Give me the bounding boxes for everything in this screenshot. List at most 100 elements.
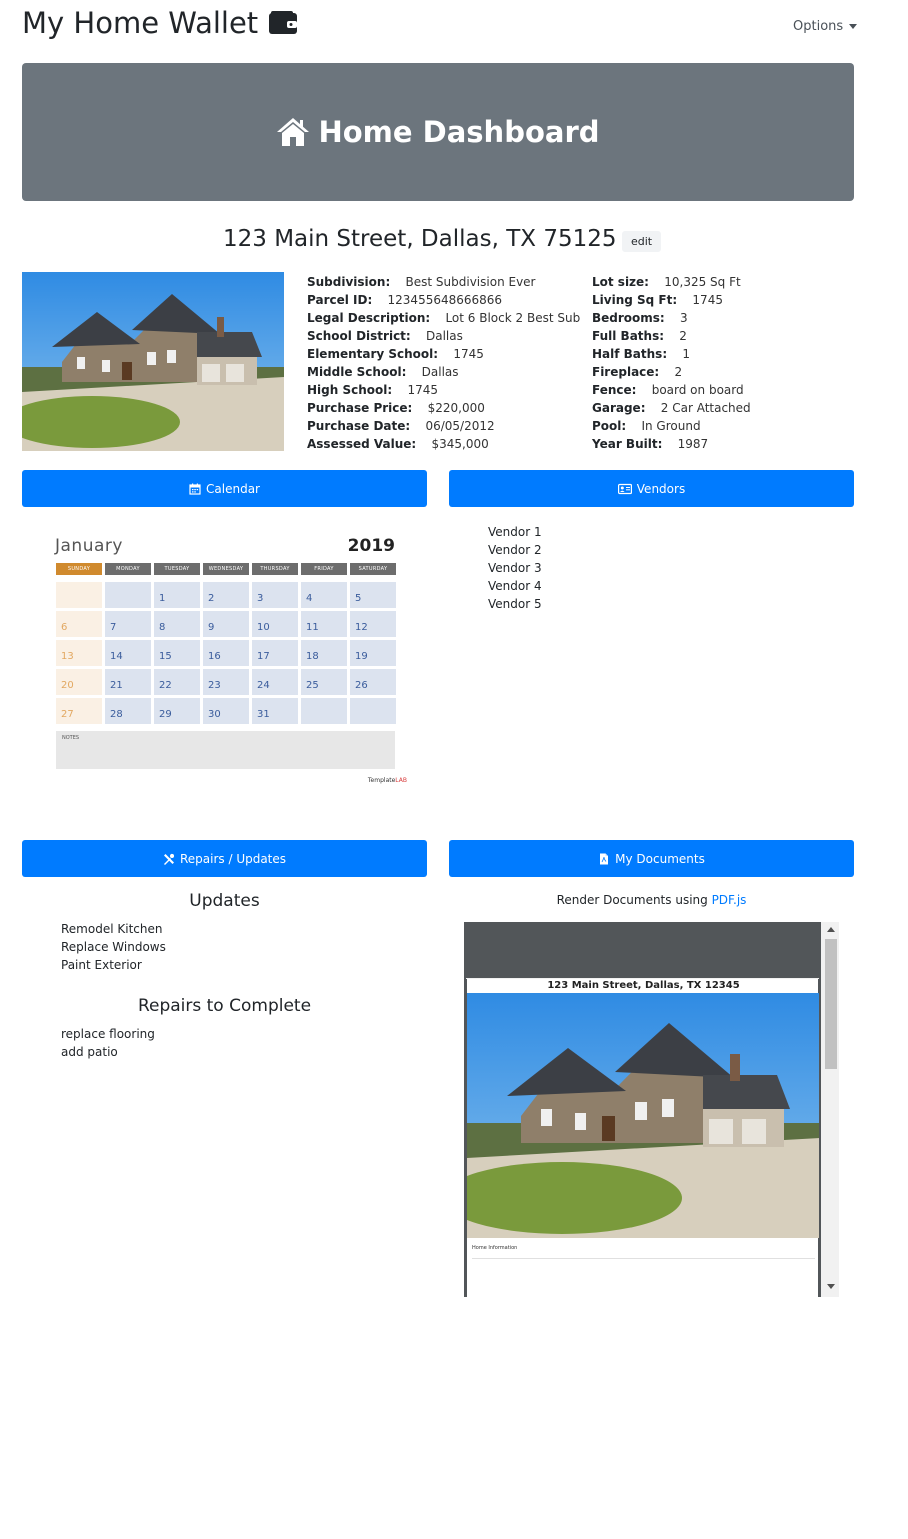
- detail-value: $345,000: [431, 437, 489, 451]
- home-address: 123 Main Street, Dallas, TX 75125: [223, 226, 617, 252]
- calendar-day-cell: 18: [301, 640, 347, 666]
- scroll-down-arrow-icon[interactable]: [827, 1284, 835, 1289]
- detail-value: Best Subdivision Ever: [405, 275, 536, 289]
- updates-list: Remodel Kitchen Replace Windows Paint Ex…: [61, 920, 166, 974]
- calendar-button-label: Calendar: [206, 481, 260, 496]
- house-photo: [22, 272, 284, 451]
- calendar-day-cell: 1: [154, 582, 200, 608]
- pdfjs-link[interactable]: PDF.js: [712, 893, 747, 907]
- calendar-day-cell: 2: [203, 582, 249, 608]
- detail-value: 2: [679, 329, 687, 343]
- detail-label: Middle School:: [307, 365, 407, 379]
- pdf-house-photo: [467, 993, 820, 1238]
- repairs-button[interactable]: Repairs / Updates: [22, 840, 427, 877]
- detail-row: Garage: 2 Car Attached: [592, 399, 751, 417]
- detail-value: 2 Car Attached: [660, 401, 751, 415]
- calendar-day-cell: 4: [301, 582, 347, 608]
- detail-value: 06/05/2012: [425, 419, 495, 433]
- calendar-day-cell: [105, 582, 151, 608]
- calendar-day-cell: 8: [154, 611, 200, 637]
- detail-row: Full Baths: 2: [592, 327, 751, 345]
- pdf-scrollbar[interactable]: [823, 922, 839, 1297]
- calendar-days: 1 2 3 4 5 6 7 8 9 10 11 12 13 14 15 16 17 18 19 20 21 22 23 24 2…: [56, 582, 396, 724]
- weekday-label: WEDNESDAY: [203, 563, 249, 575]
- calendar-brand-prefix: Template: [367, 777, 396, 784]
- calendar-brand: TemplateLAB: [368, 777, 407, 784]
- calendar-day-cell: 29: [154, 698, 200, 724]
- list-item: replace flooring: [61, 1027, 155, 1041]
- list-item[interactable]: Vendor 2: [488, 541, 542, 559]
- detail-label: Living Sq Ft:: [592, 293, 678, 307]
- detail-value: 1745: [453, 347, 484, 361]
- calendar-day-cell: 28: [105, 698, 151, 724]
- calendar-day-cell: 16: [203, 640, 249, 666]
- wallet-icon: [269, 11, 298, 34]
- property-details-left: Subdivision: Best Subdivision Ever Parce…: [307, 273, 580, 453]
- calendar-day-cell: 14: [105, 640, 151, 666]
- detail-value: 3: [680, 311, 688, 325]
- house-icon: [277, 118, 310, 146]
- calendar-grid: SUNDAY MONDAY TUESDAY WEDNESDAY THURSDAY…: [56, 563, 396, 724]
- calendar-day-cell: [56, 582, 102, 608]
- pdf-page-title: 123 Main Street, Dallas, TX 12345: [547, 980, 740, 991]
- calendar-image: January 2019 SUNDAY MONDAY TUESDAY WEDNE…: [53, 532, 409, 792]
- calendar-weekday-header: SUNDAY MONDAY TUESDAY WEDNESDAY THURSDAY…: [56, 563, 396, 575]
- dashboard-banner: Home Dashboard: [22, 63, 854, 201]
- options-dropdown[interactable]: Options: [793, 19, 858, 34]
- list-item: Paint Exterior: [61, 958, 142, 972]
- documents-button-label: My Documents: [615, 851, 705, 866]
- tools-icon: [163, 853, 174, 865]
- weekday-label: MONDAY: [105, 563, 151, 575]
- detail-value: board on board: [651, 383, 744, 397]
- detail-value: Dallas: [421, 365, 459, 379]
- detail-row: Bedrooms: 3: [592, 309, 751, 327]
- calendar-day-cell: 19: [350, 640, 396, 666]
- file-pdf-icon: [600, 853, 609, 864]
- list-item[interactable]: Vendor 1: [488, 523, 542, 541]
- detail-row: Purchase Price: $220,000: [307, 399, 580, 417]
- calendar-day-cell: 7: [105, 611, 151, 637]
- calendar-button[interactable]: Calendar: [22, 470, 427, 507]
- detail-row: Assessed Value: $345,000: [307, 435, 580, 453]
- detail-label: Year Built:: [592, 437, 663, 451]
- edit-address-button[interactable]: edit: [622, 231, 662, 252]
- calendar-day-cell: 9: [203, 611, 249, 637]
- calendar-day-cell: [350, 698, 396, 724]
- detail-label: Legal Description:: [307, 311, 431, 325]
- list-item[interactable]: Vendor 5: [488, 595, 542, 613]
- pdf-viewer[interactable]: 123 Main Street, Dallas, TX 12345 Home I…: [464, 922, 839, 1297]
- id-card-icon: [617, 483, 632, 494]
- pdf-page: 123 Main Street, Dallas, TX 12345 Home I…: [466, 979, 820, 1297]
- calendar-day-cell: 27: [56, 698, 102, 724]
- app-title: My Home Wallet: [22, 6, 298, 40]
- detail-row: Middle School: Dallas: [307, 363, 580, 381]
- detail-row: Subdivision: Best Subdivision Ever: [307, 273, 580, 291]
- calendar-day-cell: 10: [252, 611, 298, 637]
- pdf-section-label: Home Information: [472, 1245, 518, 1251]
- detail-row: Elementary School: 1745: [307, 345, 580, 363]
- repairs-heading: Repairs to Complete: [137, 996, 312, 1016]
- updates-heading: Updates: [189, 891, 260, 911]
- list-item[interactable]: Vendor 3: [488, 559, 542, 577]
- documents-caption: Render Documents using PDF.js: [449, 893, 854, 907]
- calendar-brand-suffix: LAB: [395, 777, 407, 784]
- repairs-button-label: Repairs / Updates: [179, 851, 287, 866]
- detail-label: High School:: [307, 383, 393, 397]
- options-label: Options: [793, 19, 844, 34]
- documents-caption-text: Render Documents using: [556, 893, 712, 907]
- scroll-up-arrow-icon[interactable]: [827, 927, 835, 932]
- detail-row: Half Baths: 1: [592, 345, 751, 363]
- calendar-day-cell: 5: [350, 582, 396, 608]
- calendar-day-cell: [301, 698, 347, 724]
- list-item[interactable]: Vendor 4: [488, 577, 542, 595]
- detail-row: Pool: In Ground: [592, 417, 751, 435]
- detail-row: School District: Dallas: [307, 327, 580, 345]
- vendors-button[interactable]: Vendors: [449, 470, 854, 507]
- documents-button[interactable]: My Documents: [449, 840, 854, 877]
- calendar-day-cell: 22: [154, 669, 200, 695]
- scroll-thumb[interactable]: [825, 939, 837, 1069]
- house-image: [22, 272, 284, 451]
- detail-value: In Ground: [641, 419, 701, 433]
- calendar-day-cell: 20: [56, 669, 102, 695]
- weekday-label: THURSDAY: [252, 563, 298, 575]
